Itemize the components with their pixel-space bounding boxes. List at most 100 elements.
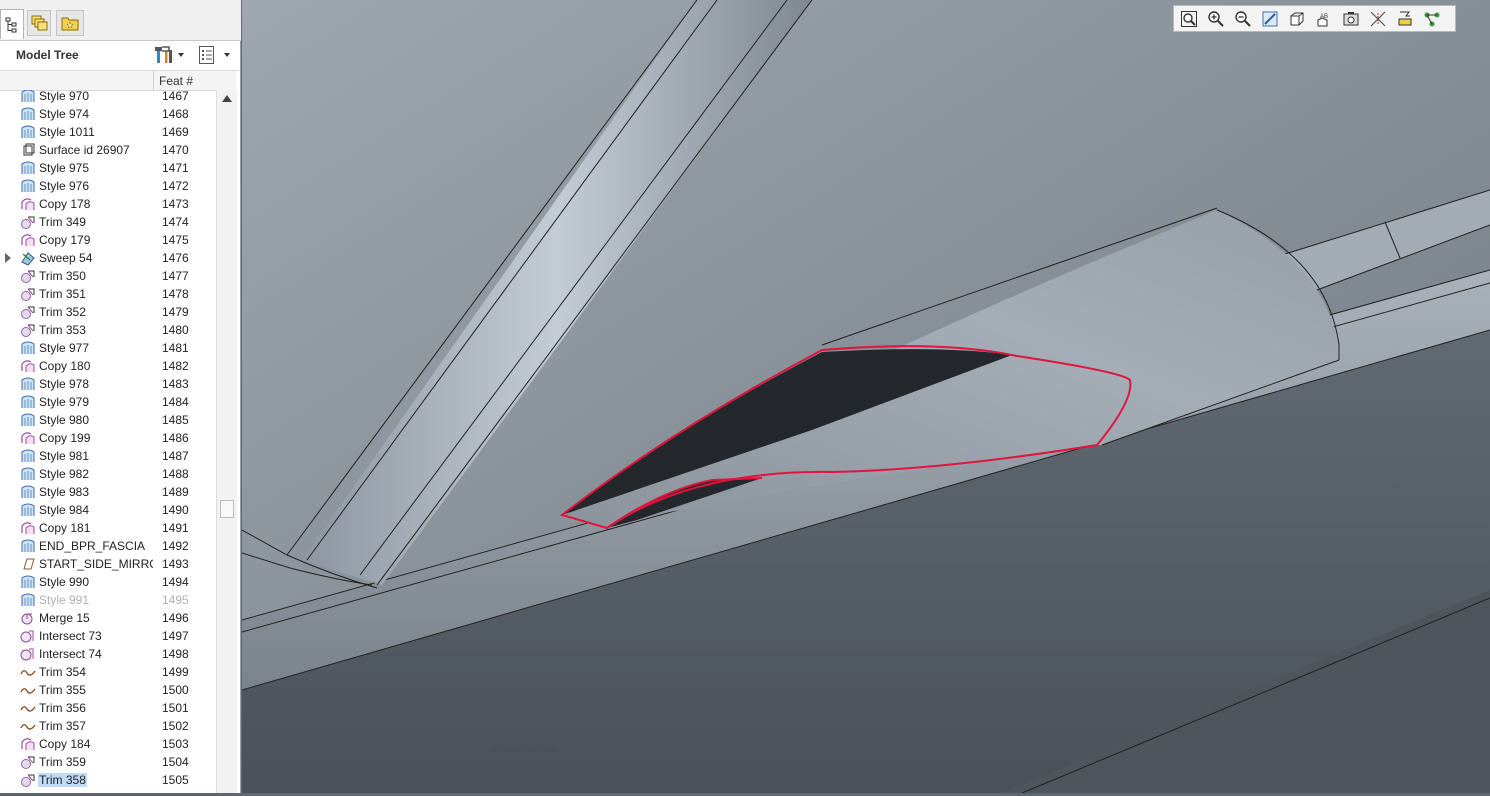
tree-row[interactable]: Trim 356 1501	[0, 699, 216, 717]
feature-name: Copy 180	[39, 359, 91, 373]
feature-number: 1484	[162, 395, 189, 409]
tree-row[interactable]: Style 981 1487	[0, 447, 216, 465]
tree-row[interactable]: Copy 184 1503	[0, 735, 216, 753]
tree-row[interactable]: Copy 180 1482	[0, 357, 216, 375]
tree-row[interactable]: Trim 351 1478	[0, 285, 216, 303]
tree-row[interactable]: Trim 357 1502	[0, 717, 216, 735]
tree-row[interactable]: Sweep 54 1476	[0, 249, 216, 267]
tree-row[interactable]: Style 978 1483	[0, 375, 216, 393]
repaint-button[interactable]	[1259, 8, 1281, 30]
feature-number: 1488	[162, 467, 189, 481]
tree-row[interactable]: Style 983 1489	[0, 483, 216, 501]
zoom-out-button[interactable]	[1232, 8, 1254, 30]
feature-number: 1470	[162, 143, 189, 157]
trim-icon	[20, 286, 36, 302]
datum-plane-icon	[20, 556, 36, 572]
feature-name: Sweep 54	[39, 251, 93, 265]
saved-views-button[interactable]	[1286, 8, 1308, 30]
expand-arrow-icon[interactable]	[5, 253, 11, 263]
feature-name: Trim 356	[39, 701, 86, 715]
tree-row[interactable]: Trim 359 1504	[0, 753, 216, 771]
style-icon	[20, 376, 36, 392]
zoom-in-icon	[1208, 10, 1224, 27]
saved-views-icon	[1290, 12, 1304, 25]
refit-icon	[1181, 10, 1197, 27]
tree-scrollbar[interactable]	[216, 90, 237, 793]
tree-row[interactable]: Copy 199 1486	[0, 429, 216, 447]
graphics-viewport[interactable]: AB Insert Mode	[241, 0, 1490, 794]
display-style-icon: AB	[1317, 14, 1328, 26]
tree-tools-button[interactable]	[154, 45, 184, 65]
tree-row[interactable]: Style 976 1472	[0, 177, 216, 195]
trim-icon	[20, 214, 36, 230]
feature-number: 1477	[162, 269, 189, 283]
feature-name: Style 978	[39, 377, 90, 391]
tree-row[interactable]: Intersect 74 1498	[0, 645, 216, 663]
feature-number: 1468	[162, 107, 189, 121]
tree-row[interactable]: Copy 178 1473	[0, 195, 216, 213]
tab-favorites[interactable]	[56, 10, 84, 36]
tree-show-button[interactable]	[198, 45, 230, 65]
tree-row[interactable]: Style 974 1468	[0, 105, 216, 123]
tree-row[interactable]: Trim 349 1474	[0, 213, 216, 231]
feature-number: 1483	[162, 377, 189, 391]
feature-number: 1482	[162, 359, 189, 373]
tree-row[interactable]: Style 977 1481	[0, 339, 216, 357]
feature-name: Trim 353	[39, 323, 86, 337]
datum-display-button[interactable]	[1367, 8, 1389, 30]
tree-row[interactable]: Style 984 1490	[0, 501, 216, 519]
tree-row[interactable]: Copy 181 1491	[0, 519, 216, 537]
tree-row[interactable]: Style 980 1485	[0, 411, 216, 429]
feature-name: Style 984	[39, 503, 90, 517]
zoom-in-button[interactable]	[1205, 8, 1227, 30]
tree-row[interactable]: Copy 179 1475	[0, 231, 216, 249]
tree-row[interactable]: Trim 353 1480	[0, 321, 216, 339]
tree-row[interactable]: Intersect 73 1497	[0, 627, 216, 645]
tree-row[interactable]: START_SIDE_MIRROR 1493	[0, 555, 216, 573]
tree-row[interactable]: Style 970 1467	[0, 90, 216, 105]
tree-row[interactable]: Style 990 1494	[0, 573, 216, 591]
annotation-display-button[interactable]	[1394, 8, 1416, 30]
tree-row[interactable]: Trim 352 1479	[0, 303, 216, 321]
tree-row[interactable]: Trim 354 1499	[0, 663, 216, 681]
spin-center-button[interactable]	[1421, 8, 1443, 30]
scroll-up-arrow-icon[interactable]	[222, 95, 232, 102]
feature-number: 1503	[162, 737, 189, 751]
scroll-thumb[interactable]	[220, 500, 234, 518]
tab-model-tree[interactable]	[0, 9, 24, 39]
model-tree-icon	[5, 17, 17, 32]
tree-row[interactable]: Merge 15 1496	[0, 609, 216, 627]
tree-row[interactable]: Style 991 1495	[0, 591, 216, 609]
feature-number: 1487	[162, 449, 189, 463]
cad-model-render[interactable]	[241, 0, 1490, 794]
feature-number: 1496	[162, 611, 189, 625]
feature-name: Trim 359	[39, 755, 86, 769]
tree-row[interactable]: Style 1011 1469	[0, 123, 216, 141]
feature-name: Style 979	[39, 395, 90, 409]
tab-layers[interactable]	[27, 10, 51, 36]
feature-name: Copy 178	[39, 197, 91, 211]
tree-row[interactable]: Trim 350 1477	[0, 267, 216, 285]
tree-row[interactable]: Surface id 26907 1470	[0, 141, 216, 159]
feature-name: Trim 351	[39, 287, 86, 301]
tree-row[interactable]: Trim 358 1505	[0, 771, 216, 789]
layers-icon	[31, 15, 48, 31]
favorites-folder-icon	[61, 17, 79, 31]
style-icon	[20, 178, 36, 194]
tree-row[interactable]: Trim 355 1500	[0, 681, 216, 699]
feature-name: Style 991	[39, 593, 90, 607]
feature-number: 1494	[162, 575, 189, 589]
named-views-button[interactable]	[1340, 8, 1362, 30]
style-icon	[20, 106, 36, 122]
display-style-button[interactable]: AB	[1313, 8, 1335, 30]
feature-name: Intersect 74	[39, 647, 102, 661]
tree-row[interactable]: END_BPR_FASCIA 1492	[0, 537, 216, 555]
refit-button[interactable]	[1178, 8, 1200, 30]
feature-name: START_SIDE_MIRROR	[39, 557, 153, 571]
tree-row[interactable]: Style 979 1484	[0, 393, 216, 411]
tree-row[interactable]: Style 975 1471	[0, 159, 216, 177]
trim-icon	[20, 754, 36, 770]
feat-column-header[interactable]: Feat #	[159, 74, 193, 88]
tree-row[interactable]: Style 982 1488	[0, 465, 216, 483]
column-divider[interactable]	[153, 71, 154, 90]
